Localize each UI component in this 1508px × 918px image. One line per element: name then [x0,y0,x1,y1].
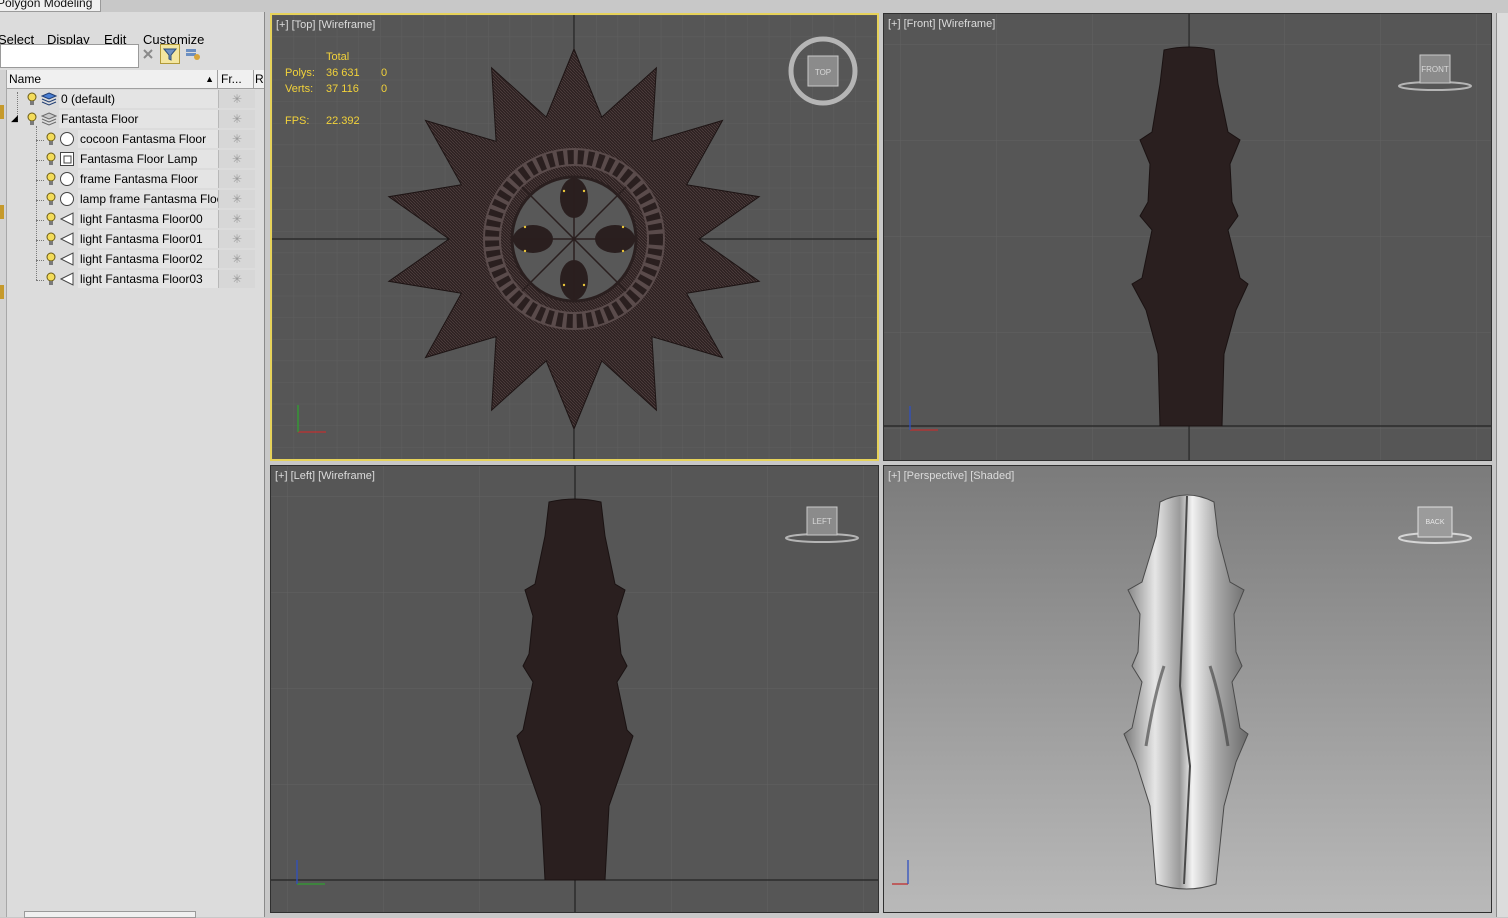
layer-stack-icon [41,112,57,126]
object-name: Fantasma Floor Lamp [78,150,218,168]
stats-fps-label: FPS: [285,115,310,127]
column-render-label: R [255,72,264,86]
object-row[interactable]: light Fantasma Floor01 ✳ [6,229,255,249]
freeze-toggle-icon[interactable]: ✳ [218,90,255,108]
svg-text:FRONT: FRONT [1421,65,1449,74]
clear-search-button[interactable] [138,44,158,64]
stats-verts-value: 37 116 [326,83,359,95]
stats-polys-value: 36 631 [326,67,360,79]
stats-verts-selected: 0 [381,83,388,95]
freeze-toggle-icon[interactable]: ✳ [218,170,255,188]
object-row[interactable]: frame Fantasma Floor ✳ [6,169,255,189]
sphere-object-icon [60,192,74,206]
lightbulb-icon[interactable] [46,132,56,146]
freeze-toggle-icon[interactable]: ✳ [218,250,255,268]
column-name[interactable]: Name ▲ [6,70,218,88]
lightbulb-icon[interactable] [46,252,56,266]
command-panel-edge [1496,13,1508,917]
layer-stack-icon [41,92,57,106]
svg-text:TOP: TOP [815,68,831,77]
lightbulb-icon[interactable] [27,92,37,106]
svg-text:LEFT: LEFT [812,517,832,526]
object-row[interactable]: lamp frame Fantasma Floor ✳ [6,189,255,209]
layer-name: 0 (default) [59,90,218,108]
freeze-toggle-icon[interactable]: ✳ [218,190,255,208]
svg-text:BACK: BACK [1425,519,1444,526]
stats-fps-value: 22.392 [326,115,360,127]
lightbulb-icon[interactable] [46,212,56,226]
column-frozen-label: Fr... [221,72,242,86]
freeze-toggle-icon[interactable]: ✳ [218,150,255,168]
object-name: light Fantasma Floor00 [78,210,218,228]
sort-ascending-icon: ▲ [205,74,214,84]
viewport-label[interactable]: [+] [Front] [Wireframe] [888,18,995,30]
spotlight-icon [59,232,74,246]
lightbulb-icon[interactable] [27,112,37,126]
lightbulb-icon[interactable] [46,192,56,206]
object-name: light Fantasma Floor03 [78,270,218,288]
left-wireframe-mesh: LEFT [271,466,878,912]
front-wireframe-mesh: FRONT [884,14,1491,460]
top-wireframe-mesh: TOP [272,15,877,459]
freeze-toggle-icon[interactable]: ✳ [218,210,255,228]
object-row[interactable]: cocoon Fantasma Floor ✳ [6,129,255,149]
ribbon-tab-label: Polygon Modeling [0,0,93,10]
object-name: cocoon Fantasma Floor [78,130,218,148]
object-row[interactable]: light Fantasma Floor00 ✳ [6,209,255,229]
viewport-top[interactable]: TOP [+] [Top] [Wireframe] Total Polys: 3… [270,13,879,461]
freeze-toggle-icon[interactable]: ✳ [218,270,255,288]
perspective-shaded-mesh: BACK [892,494,1472,890]
stats-polys-label: Polys: [285,67,315,79]
explorer-column-header: Name ▲ Fr... R [6,70,264,89]
stats-total-label: Total [326,51,350,63]
object-name: light Fantasma Floor01 [78,230,218,248]
lightbulb-icon[interactable] [46,152,56,166]
scene-explorer-panel: Select Display Edit Customize Name ▲ Fr.… [0,12,265,918]
layer-row[interactable]: 0 (default) ✳ [6,89,255,109]
freeze-toggle-icon[interactable]: ✳ [218,230,255,248]
close-icon [143,49,153,59]
object-row[interactable]: light Fantasma Floor02 ✳ [6,249,255,269]
filter-toggle-button[interactable] [160,44,180,64]
stats-verts-label: Verts: [285,83,314,95]
filter-icon [163,48,177,61]
spotlight-icon [59,212,74,226]
stats-polys-selected: 0 [381,67,388,79]
spotlight-icon [59,252,74,266]
object-name: frame Fantasma Floor [78,170,218,188]
layer-options-button[interactable] [183,44,203,64]
object-name: light Fantasma Floor02 [78,250,218,268]
lightbulb-icon[interactable] [46,272,56,286]
viewcube-perspective[interactable]: BACK [1398,506,1472,544]
group-object-icon [60,152,74,166]
freeze-toggle-icon[interactable]: ✳ [218,110,255,128]
viewport-label[interactable]: [+] [Top] [Wireframe] [276,19,375,31]
object-row[interactable]: Fantasma Floor Lamp ✳ [6,149,255,169]
viewport-left[interactable]: LEFT [+] [Left] [Wireframe] [270,465,879,913]
freeze-toggle-icon[interactable]: ✳ [218,130,255,148]
column-render[interactable]: R [254,70,264,88]
collapse-triangle-icon[interactable]: ◢ [11,113,18,124]
viewport-perspective[interactable]: BACK [+] [Perspective] [Shaded] [883,465,1492,913]
column-name-label: Name [9,72,42,86]
search-input[interactable] [0,44,139,68]
left-toolbar-strip [0,70,7,917]
viewport-label[interactable]: [+] [Left] [Wireframe] [275,470,375,482]
layer-name: Fantasta Floor [59,110,218,128]
lightbulb-icon[interactable] [46,172,56,186]
column-frozen[interactable]: Fr... [218,70,254,88]
spotlight-icon [59,272,74,286]
object-name: lamp frame Fantasma Floor [78,190,228,208]
object-row[interactable]: light Fantasma Floor03 ✳ [6,269,255,289]
lightbulb-icon[interactable] [46,232,56,246]
sphere-object-icon [60,132,74,146]
ribbon-tab-polygon-modeling[interactable]: Polygon Modeling [0,0,101,12]
sphere-object-icon [60,172,74,186]
layer-row[interactable]: ◢ Fantasta Floor ✳ [6,109,255,129]
viewport-front[interactable]: FRONT [+] [Front] [Wireframe] [883,13,1492,461]
layers-settings-icon [186,49,200,60]
viewport-label[interactable]: [+] [Perspective] [Shaded] [888,470,1014,482]
